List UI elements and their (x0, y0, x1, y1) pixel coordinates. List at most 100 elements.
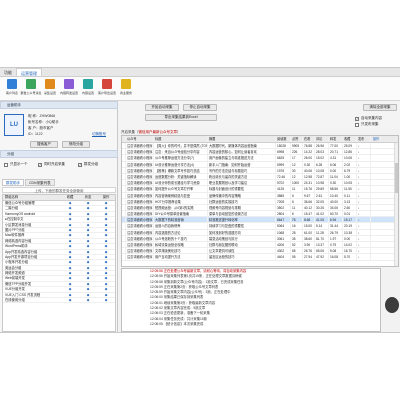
search-customer-button[interactable]: 搜索客户 (30, 141, 58, 148)
favorite-icon[interactable]: ◆ (61, 282, 79, 286)
download-icon[interactable]: ↓ (357, 173, 371, 180)
action-icon[interactable]: ◆ (97, 239, 115, 243)
checkbox-show-one[interactable]: 只显示一个 (4, 162, 28, 167)
col-header-2[interactable]: 标题 (154, 136, 208, 142)
action-icon[interactable]: ◆ (97, 293, 115, 297)
ribbon-button-1[interactable]: 群发公众号消息 (21, 77, 42, 99)
table-cell: 26.79 (329, 229, 343, 235)
checkbox-auto-collect[interactable]: ✓ 自动采集内容 (355, 116, 382, 121)
download-icon[interactable]: ↓ (357, 161, 371, 167)
checkbox-publish-only[interactable]: 只发布采集 (355, 122, 379, 127)
table-scrollbar[interactable] (394, 143, 398, 266)
action-icon[interactable]: ◆ (97, 244, 115, 248)
col-header-5[interactable]: 点赞 (291, 136, 303, 142)
download-icon[interactable]: ↓ (357, 149, 371, 155)
ribbon-button-4[interactable]: 内容设置 (79, 77, 97, 99)
action-icon[interactable]: ◆ (97, 287, 115, 291)
download-icon[interactable]: ↓ (357, 211, 371, 217)
tab-operations[interactable]: 运营管理 (16, 68, 42, 76)
action-icon[interactable]: ◆ (97, 206, 115, 210)
ribbon-button-3[interactable]: 内容转发设置 (60, 77, 78, 99)
favorite-icon[interactable]: ◆ (61, 244, 79, 248)
favorite-icon[interactable]: ◆ (61, 223, 79, 227)
action-icon[interactable]: ◆ (97, 217, 115, 221)
ribbon-button-5[interactable]: 客户导出设置 (98, 77, 116, 99)
tab-features[interactable]: 功能 (0, 68, 16, 76)
download-icon[interactable]: ↓ (357, 223, 371, 229)
action-icon[interactable]: ◆ (97, 228, 115, 232)
col-header-10[interactable]: 发布 (357, 136, 371, 142)
subtab-broadcast[interactable]: 群发助手 (2, 179, 24, 186)
download-icon[interactable]: ↓ (357, 248, 371, 254)
favorite-icon[interactable]: ◆ (61, 233, 79, 237)
action-icon[interactable]: ◆ (97, 201, 115, 205)
col-header-7[interactable]: 评论 (315, 136, 329, 142)
action-icon[interactable]: ◆ (97, 255, 115, 259)
checkbox-enable-collect[interactable]: ✓ 同时开启采集 (38, 162, 65, 167)
favorite-icon[interactable]: ◆ (61, 217, 79, 221)
download-icon[interactable]: ↓ (357, 242, 371, 248)
favorite-icon[interactable]: ◆ (61, 260, 79, 264)
col-header-1[interactable]: 公众号 (126, 136, 154, 142)
group-row[interactable]: 在线使用分组 ◆ ◆ ◆ (3, 298, 115, 304)
action-icon[interactable]: ◆ (97, 276, 115, 280)
action-icon[interactable]: ◆ (97, 250, 115, 254)
col-header-4[interactable]: 阅读数 (276, 136, 291, 142)
favorite-icon[interactable]: ◆ (61, 276, 79, 280)
download-icon[interactable]: ↓ (357, 198, 371, 204)
favorite-icon[interactable]: ◆ (61, 201, 79, 205)
action-icon[interactable]: ◆ (97, 282, 115, 286)
download-icon[interactable]: ↓ (357, 167, 371, 173)
favorite-icon[interactable]: ◆ (61, 293, 79, 297)
start-auto-collect-button[interactable]: 开始自动采集 (145, 104, 179, 111)
table-cell: 10.40 (329, 192, 343, 198)
favorite-icon[interactable]: ◆ (61, 271, 79, 275)
favorite-icon[interactable]: ◆ (61, 228, 79, 232)
table-cell: 6.94 (329, 217, 343, 223)
col-header-6[interactable]: 在看 (303, 136, 315, 142)
ribbon-button-6[interactable]: 商业服务 (117, 77, 135, 99)
download-icon[interactable]: ↓ (357, 180, 371, 186)
ribbon-button-2[interactable]: 采集设置 (41, 77, 59, 99)
action-icon[interactable]: ◆ (97, 260, 115, 264)
download-icon[interactable]: ↓ (357, 254, 371, 260)
export-excel-button[interactable]: 导出采集结果到Excel (145, 114, 217, 121)
action-icon[interactable]: ◆ (97, 298, 115, 302)
checkbox-broadcast-group[interactable]: ✓ 群发分组 (78, 162, 98, 167)
download-icon[interactable]: ↓ (357, 155, 371, 161)
favorite-icon[interactable]: ◆ (61, 250, 79, 254)
col-header-3[interactable]: 摘要 (208, 136, 276, 142)
edit-group-button[interactable]: 修改分组 (62, 141, 90, 148)
download-icon[interactable]: ↓ (357, 229, 371, 235)
action-icon[interactable]: ◆ (97, 266, 115, 270)
subtab-cdn-list[interactable]: CDN采集列表 (25, 179, 55, 186)
clear-all-button[interactable]: 清除全部采集 (363, 104, 397, 111)
download-icon[interactable]: ↓ (357, 143, 371, 149)
download-icon[interactable]: ↓ (357, 192, 371, 198)
download-icon[interactable]: ↓ (357, 186, 371, 192)
table-cell: 3885 (276, 192, 291, 198)
col-header-9[interactable]: 收藏 (343, 136, 357, 142)
col-header-8[interactable]: 转发 (329, 136, 343, 142)
favorite-icon[interactable]: ◆ (61, 266, 79, 270)
action-icon[interactable]: ◆ (97, 271, 115, 275)
action-icon[interactable]: ◆ (97, 223, 115, 227)
download-icon[interactable]: ↓ (357, 217, 371, 223)
favorite-icon[interactable]: ◆ (61, 255, 79, 259)
action-icon[interactable]: ◆ (97, 233, 115, 237)
download-icon[interactable]: ↓ (357, 204, 371, 211)
download-icon[interactable]: ↓ (357, 235, 371, 241)
ribbon-button-0[interactable]: 客户列表 (3, 77, 21, 99)
col-header-11[interactable]: 操作 (371, 136, 381, 142)
table-row[interactable]: 注意详细看小程序 用户互动提升方法 留言区运营的技巧 4404 55 27.94 47.92… (122, 254, 398, 261)
favorite-icon[interactable]: ◆ (61, 287, 79, 291)
stop-auto-collect-button[interactable]: 停止自动采集 (183, 104, 217, 111)
favorite-icon[interactable]: ◆ (61, 206, 79, 210)
status-icon: ◆ (86, 298, 90, 303)
favorite-icon[interactable]: ◆ (61, 298, 79, 302)
favorite-icon[interactable]: ◆ (61, 239, 79, 243)
favorite-icon[interactable]: ◆ (61, 212, 79, 216)
switch-account-link[interactable]: 切换账号 (92, 132, 106, 137)
action-icon[interactable]: ◆ (97, 212, 115, 216)
scrollbar-thumb[interactable] (395, 163, 398, 193)
